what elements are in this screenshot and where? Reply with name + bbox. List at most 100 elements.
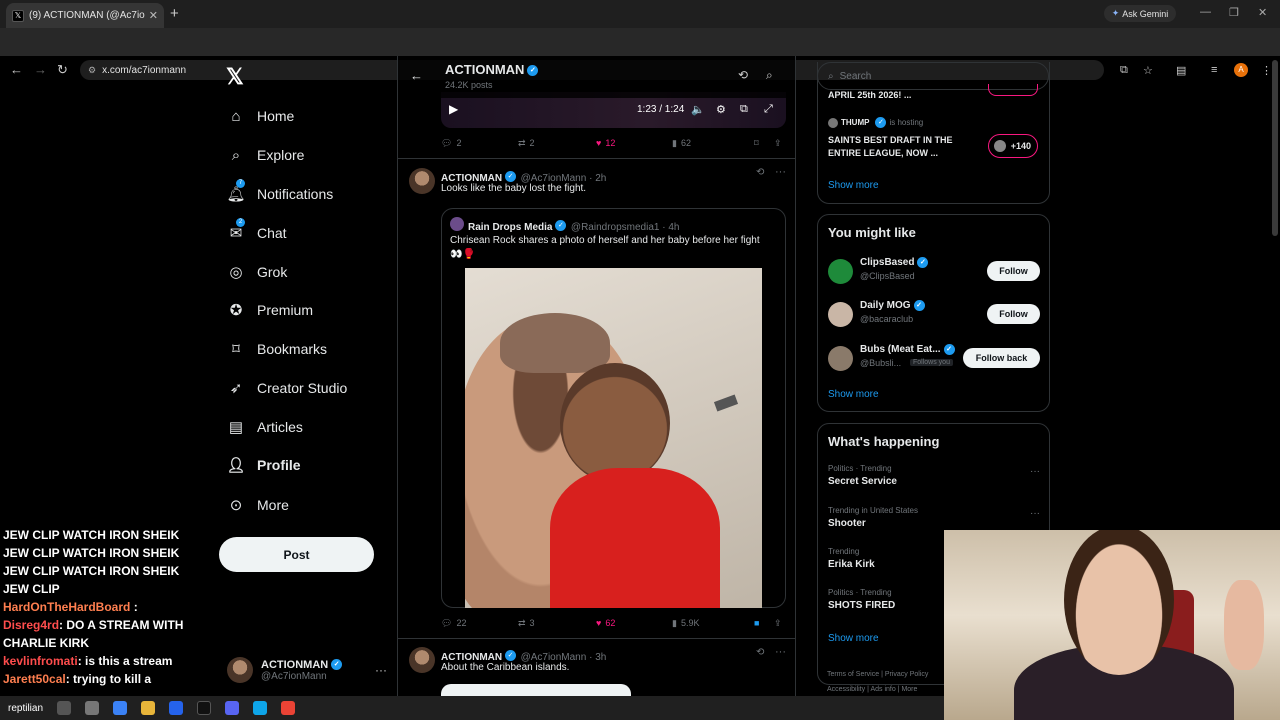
trend-item[interactable]: Politics · Trending Secret Service ···	[828, 464, 1040, 487]
sidepanel-icon[interactable]: ▤	[1176, 64, 1186, 77]
footer-links[interactable]: Accessibility | Ads info | More	[827, 686, 917, 693]
close-window-icon[interactable]: ✕	[1258, 6, 1267, 19]
follow-button[interactable]: Follow	[987, 304, 1040, 324]
menu-icon[interactable]: ⋮	[1261, 64, 1272, 77]
quote-text: Chrisean Rock shares a photo of herself …	[450, 235, 760, 246]
back-arrow-icon[interactable]: ←	[410, 68, 423, 83]
show-more-link[interactable]: Show more	[828, 389, 879, 400]
avatar[interactable]	[409, 647, 435, 673]
close-tab-icon[interactable]: ✕	[149, 9, 158, 22]
share-icon[interactable]: ⇪	[774, 138, 782, 149]
minimize-icon[interactable]: —	[1200, 6, 1211, 18]
user-handle: @ClipsBased	[860, 271, 915, 281]
nav-item-articles[interactable]: ▤ Articles	[226, 412, 303, 442]
repost-button[interactable]: ⇄ 3	[518, 618, 596, 629]
new-tab-icon[interactable]: +	[170, 5, 179, 22]
more-options-icon[interactable]: ···	[1030, 508, 1040, 519]
avatar	[828, 346, 853, 371]
nav-item-premium[interactable]: ✪ Premium	[226, 295, 313, 325]
trend-item[interactable]: Trending in United States Shooter ···	[828, 506, 1040, 529]
pip-icon[interactable]: ⧉	[740, 103, 748, 116]
suggested-user[interactable]: ClipsBased ✓ @ClipsBased Follow	[828, 257, 1040, 285]
chat-user: kevlinfromati	[3, 654, 78, 668]
site-info-icon[interactable]: ⚙	[88, 65, 96, 76]
share-icon[interactable]: ⇪	[774, 618, 782, 629]
browser-tab[interactable]: 𝕏 (9) ACTIONMAN (@Ac7ionMan ✕	[6, 3, 164, 28]
profile-name: ACTIONMAN	[445, 62, 525, 77]
like-button[interactable]: ♥ 12	[596, 138, 672, 148]
forward-icon[interactable]: →	[34, 62, 47, 77]
follow-button[interactable]: Follow back	[963, 348, 1040, 368]
stream-chat-overlay: JEW CLIP WATCH IRON SHEIK JEW CLIP WATCH…	[3, 526, 203, 688]
folder-icon[interactable]	[141, 701, 156, 715]
show-more-link[interactable]: Show more	[828, 633, 879, 644]
account-switcher[interactable]: ACTIONMAN ✓ @Ac7ionMann ···	[227, 650, 387, 690]
views-button[interactable]: ▮ 62	[672, 138, 754, 149]
nav-item-explore[interactable]: ⌕ Explore	[226, 140, 305, 170]
ask-gemini-button[interactable]: ✦ Ask Gemini	[1104, 5, 1176, 22]
more-options-icon[interactable]: ···	[775, 646, 786, 658]
post-button[interactable]: Post	[219, 537, 374, 572]
search-icon[interactable]: ⌕	[766, 68, 773, 83]
more-options-icon[interactable]: ···	[775, 166, 786, 178]
profile-avatar[interactable]: A	[1234, 63, 1248, 77]
star-icon[interactable]: ☆	[1143, 64, 1153, 77]
nav-item-notifications[interactable]: 🔔︎ 7 Notifications	[226, 179, 333, 209]
more-options-icon[interactable]: ···	[1030, 466, 1040, 477]
grok-icon[interactable]: ⟲	[738, 68, 748, 82]
space-title-prev[interactable]: APRIL 25th 2026! ...	[828, 90, 911, 100]
install-icon[interactable]: ⧉	[1120, 64, 1128, 77]
views-button[interactable]: ▮ 5.9K	[672, 618, 754, 629]
suggested-user[interactable]: Bubs (Meat Eat... ✓ @Bubsli... Follows you F…	[828, 344, 1040, 372]
bookmark-icon[interactable]: ⌑	[754, 138, 774, 149]
x-logo-icon[interactable]: 𝕏	[226, 64, 244, 90]
settings-icon[interactable]: ⚙	[716, 103, 726, 116]
nav-item-bookmarks[interactable]: ⌑ Bookmarks	[226, 334, 327, 364]
repost-button[interactable]: ⇄ 2	[518, 138, 596, 149]
tweet-photo[interactable]	[465, 268, 762, 608]
discord-icon[interactable]	[225, 701, 240, 715]
back-icon[interactable]: ←	[10, 62, 23, 77]
premium-icon: ✪	[229, 302, 243, 319]
search-icon[interactable]	[57, 701, 72, 715]
show-more-link[interactable]: Show more	[828, 180, 879, 191]
tweet-actions: 💬︎ 22 ⇄ 3 ♥ 62 ▮ 5.9K ■ ⇪	[441, 615, 786, 631]
bookmark-icon[interactable]: ■	[754, 618, 774, 628]
listeners-pill[interactable]: +140	[988, 134, 1038, 158]
reply-icon: 💬︎	[441, 617, 453, 628]
play-icon[interactable]: ▶	[449, 102, 458, 116]
nav-item-grok[interactable]: ◎ Grok	[226, 257, 287, 287]
maximize-icon[interactable]: ❐	[1229, 6, 1239, 19]
chrome-icon[interactable]	[281, 701, 296, 715]
fullscreen-icon[interactable]: ⤢	[764, 103, 773, 116]
obs-icon[interactable]	[197, 701, 212, 715]
listeners-pill-prev[interactable]	[988, 84, 1038, 96]
task-view-icon[interactable]	[85, 701, 100, 715]
footer-links[interactable]: Terms of Service | Privacy Policy	[827, 671, 928, 678]
volume-icon[interactable]: 🔈	[691, 103, 705, 116]
media-icon[interactable]: ≡	[1211, 64, 1217, 76]
reply-button[interactable]: 💬︎ 2	[441, 138, 518, 149]
reply-button[interactable]: 💬︎ 22	[441, 618, 518, 629]
app-icon[interactable]	[169, 701, 184, 715]
follow-button[interactable]: Follow	[987, 261, 1040, 281]
nav-item-home[interactable]: ⌂ Home	[226, 101, 294, 131]
reply-count: 2	[456, 138, 462, 148]
copilot-icon[interactable]	[113, 701, 128, 715]
grok-icon[interactable]: ⟲	[756, 647, 764, 658]
reload-icon[interactable]: ↻	[57, 62, 68, 78]
chat-user: Jarett50cal	[3, 672, 66, 686]
nav-item-more[interactable]: ⊙ More	[226, 490, 289, 520]
like-button[interactable]: ♥ 62	[596, 618, 672, 628]
edge-icon[interactable]	[253, 701, 268, 715]
avatar[interactable]	[409, 168, 435, 194]
nav-item-chat[interactable]: ✉ 2 Chat	[226, 218, 287, 248]
nav-item-creator-studio[interactable]: ➶ Creator Studio	[226, 373, 348, 403]
grok-icon[interactable]: ⟲	[756, 167, 764, 178]
page-scrollbar[interactable]	[1272, 60, 1278, 236]
verified-icon: ✓	[913, 300, 925, 311]
suggested-user[interactable]: Daily MOG ✓ @bacaraclub Follow	[828, 300, 1040, 328]
space-title[interactable]: SAINTS BEST DRAFT IN THE ENTIRE LEAGUE, …	[828, 134, 978, 160]
nav-item-profile[interactable]: 👤︎ Profile	[226, 450, 300, 480]
more-options-icon[interactable]: ···	[375, 663, 387, 677]
